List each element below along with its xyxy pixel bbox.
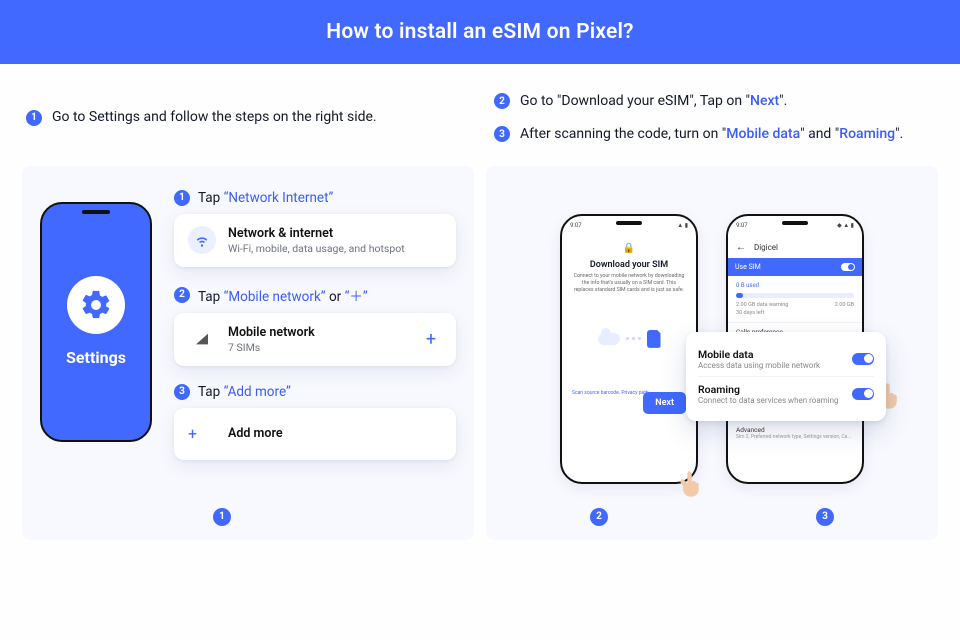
intro-step-2-text: Go to "Download your eSIM", Tap on "Next… bbox=[520, 92, 787, 111]
mobile-data-toggle[interactable] bbox=[852, 353, 874, 365]
add-more-card[interactable]: + Add more bbox=[174, 408, 456, 460]
status-icons: ◆ ▲ ▮ bbox=[837, 222, 854, 229]
step-badge: 2 bbox=[494, 93, 510, 109]
step-badge: 1 bbox=[26, 110, 42, 126]
next-button[interactable]: Next bbox=[643, 392, 686, 414]
substep-2: 2 Tap “Mobile network” or “＋” Mobile net… bbox=[174, 285, 456, 366]
intro-step-2: 2 Go to "Download your eSIM", Tap on "Ne… bbox=[494, 92, 934, 111]
roaming-row[interactable]: Roaming Connect to data services when ro… bbox=[698, 376, 874, 411]
status-icons: ▲ ▮ bbox=[677, 222, 688, 229]
use-sim-toggle[interactable] bbox=[841, 263, 855, 271]
page-indicator-1: 1 bbox=[213, 508, 231, 526]
settings-phone-illustration: Settings bbox=[40, 202, 152, 442]
card-title: Mobile network bbox=[228, 325, 315, 340]
next-link: Next bbox=[750, 93, 779, 109]
use-sim-row[interactable]: Use SIM bbox=[728, 258, 862, 276]
data-used: 0 B used bbox=[736, 282, 854, 289]
signal-icon bbox=[188, 325, 216, 353]
panel-steps-2-3: 9:07▲ ▮ 🔒 Download your SIM Connect to y… bbox=[486, 166, 938, 540]
substep-1: 1 Tap “Network Internet” Network & inter… bbox=[174, 190, 456, 267]
mobile-data-row[interactable]: Mobile data Access data using mobile net… bbox=[698, 342, 874, 376]
roaming-toggle[interactable] bbox=[852, 388, 874, 400]
cloud-illustration bbox=[598, 330, 661, 348]
back-icon[interactable]: ← bbox=[736, 242, 746, 253]
plus-icon[interactable]: + bbox=[420, 328, 442, 350]
step-badge: 2 bbox=[174, 287, 190, 303]
card-title: Network & internet bbox=[228, 226, 405, 241]
roaming-link: Roaming bbox=[839, 126, 895, 142]
page-indicator-3: 3 bbox=[816, 508, 834, 526]
download-sim-title: Download your SIM bbox=[590, 260, 668, 270]
page-indicator-2: 2 bbox=[590, 508, 608, 526]
intro-step-1-text: Go to Settings and follow the steps on t… bbox=[52, 108, 377, 127]
pointer-hand-icon bbox=[676, 470, 704, 498]
card-title: Add more bbox=[228, 426, 283, 441]
wifi-icon bbox=[188, 226, 216, 254]
intro-step-3: 3 After scanning the code, turn on "Mobi… bbox=[494, 125, 934, 144]
network-internet-card[interactable]: Network & internet Wi-Fi, mobile, data u… bbox=[174, 214, 456, 267]
intro-steps: 1 Go to Settings and follow the steps on… bbox=[22, 64, 938, 154]
intro-step-3-text: After scanning the code, turn on "Mobile… bbox=[520, 125, 903, 144]
download-sim-desc: Connect to your mobile network by downlo… bbox=[572, 273, 686, 294]
step-badge: 3 bbox=[174, 384, 190, 400]
scan-hint: Scan source barcode. Privacy path bbox=[572, 390, 649, 396]
carrier-name: Digicel bbox=[754, 243, 778, 252]
step-badge: 3 bbox=[494, 126, 510, 142]
intro-step-1: 1 Go to Settings and follow the steps on… bbox=[26, 108, 466, 127]
card-subtitle: 7 SIMs bbox=[228, 341, 315, 354]
gear-icon bbox=[67, 276, 125, 334]
mobile-data-link: Mobile data bbox=[726, 126, 800, 142]
plus-icon: + bbox=[188, 420, 216, 448]
card-subtitle: Wi-Fi, mobile, data usage, and hotspot bbox=[228, 242, 405, 255]
advanced-row[interactable]: Advanced Sim 2, Preferred network type, … bbox=[728, 420, 862, 445]
mobile-network-card[interactable]: Mobile network 7 SIMs + bbox=[174, 313, 456, 366]
panel-step-1: Settings 1 Tap “Network Internet” bbox=[22, 166, 474, 540]
page-title: How to install an eSIM on Pixel? bbox=[0, 0, 960, 64]
settings-label: Settings bbox=[66, 348, 126, 367]
mobile-data-roaming-card: Mobile data Access data using mobile net… bbox=[686, 332, 886, 421]
phone-download-sim: 9:07▲ ▮ 🔒 Download your SIM Connect to y… bbox=[560, 214, 698, 484]
substep-3: 3 Tap “Add more” + Add more bbox=[174, 384, 456, 460]
sim-card-icon bbox=[647, 330, 661, 348]
step-badge: 1 bbox=[174, 190, 190, 206]
lock-icon: 🔒 bbox=[623, 243, 635, 254]
